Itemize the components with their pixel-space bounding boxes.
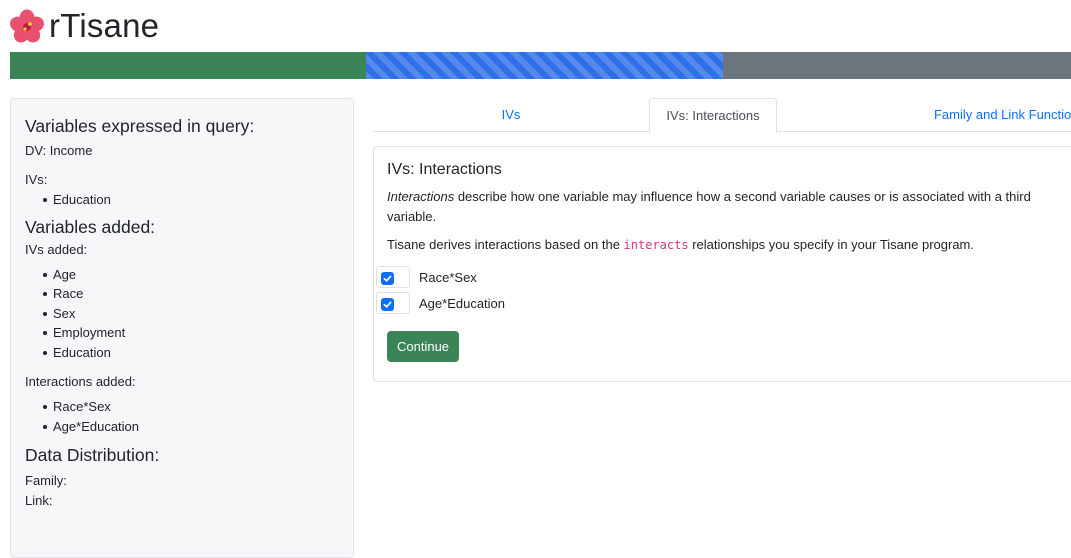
list-item: Race*Sex	[43, 397, 339, 417]
list-item: Education	[43, 190, 339, 210]
app-header: rTisane	[9, 6, 159, 46]
continue-button[interactable]: Continue	[387, 331, 460, 362]
checkmark-icon	[381, 298, 394, 311]
link-label: Link:	[25, 493, 53, 508]
interacts-code: interacts	[623, 238, 689, 252]
interactions-emphasis: Interactions	[387, 189, 455, 204]
option-label: Age*Education	[419, 295, 506, 311]
progress-completed-segment	[10, 52, 366, 79]
checkbox[interactable]	[376, 266, 410, 288]
step-progress-bar	[10, 52, 1071, 79]
list-item: Sex	[43, 304, 339, 324]
option-label: Race*Sex	[419, 269, 477, 285]
description-text: describe how one variable may influence …	[387, 189, 1031, 224]
ivs-added-list: Age Race Sex Employment Education	[25, 265, 339, 363]
derivation-text-pre: Tisane derives interactions based on the	[387, 237, 624, 252]
tab-family-link-functions[interactable]: Family and Link Functions	[885, 98, 1071, 132]
interactions-description: Interactions describe how one variable m…	[387, 187, 1057, 227]
app-title: rTisane	[49, 7, 160, 44]
interaction-option-age-education[interactable]: Age*Education	[376, 291, 1069, 315]
interactions-added-list: Race*Sex Age*Education	[25, 397, 339, 436]
query-variables-heading: Variables expressed in query:	[25, 116, 255, 136]
list-item: Employment	[43, 323, 339, 343]
data-distribution-heading: Data Distribution:	[25, 445, 160, 465]
ivs-added-label: IVs added:	[25, 241, 88, 257]
progress-current-segment	[366, 52, 723, 79]
tab-ivs[interactable]: IVs	[411, 98, 611, 132]
interactions-added-label: Interactions added:	[25, 374, 136, 389]
ivs-label: IVs:	[25, 172, 48, 187]
derivation-text-post: relationships you specify in your Tisane…	[688, 237, 974, 252]
list-item: Age*Education	[43, 417, 339, 437]
dv-text: DV: Income	[25, 143, 93, 158]
checkmark-icon	[381, 272, 394, 285]
list-item: Race	[43, 284, 339, 304]
hibiscus-flower-icon	[9, 8, 45, 44]
family-label: Family:	[25, 473, 67, 488]
tab-ivs-interactions[interactable]: IVs: Interactions	[649, 98, 777, 133]
interactions-card: IVs: Interactions Interactions describe …	[373, 146, 1071, 382]
derivation-note: Tisane derives interactions based on the…	[387, 235, 1057, 255]
progress-remaining-segment	[723, 52, 1071, 79]
card-title: IVs: Interactions	[387, 161, 502, 178]
interaction-option-race-sex[interactable]: Race*Sex	[376, 265, 1069, 289]
step-tabs: IVs IVs: Interactions Family and Link Fu…	[373, 98, 1071, 133]
list-item: Education	[43, 343, 339, 363]
variables-added-heading: Variables added:	[25, 216, 156, 237]
list-item: Age	[43, 265, 339, 285]
ivs-list: Education	[25, 190, 339, 210]
checkbox[interactable]	[376, 292, 410, 314]
summary-sidebar: Variables expressed in query: DV: Income…	[10, 98, 354, 558]
